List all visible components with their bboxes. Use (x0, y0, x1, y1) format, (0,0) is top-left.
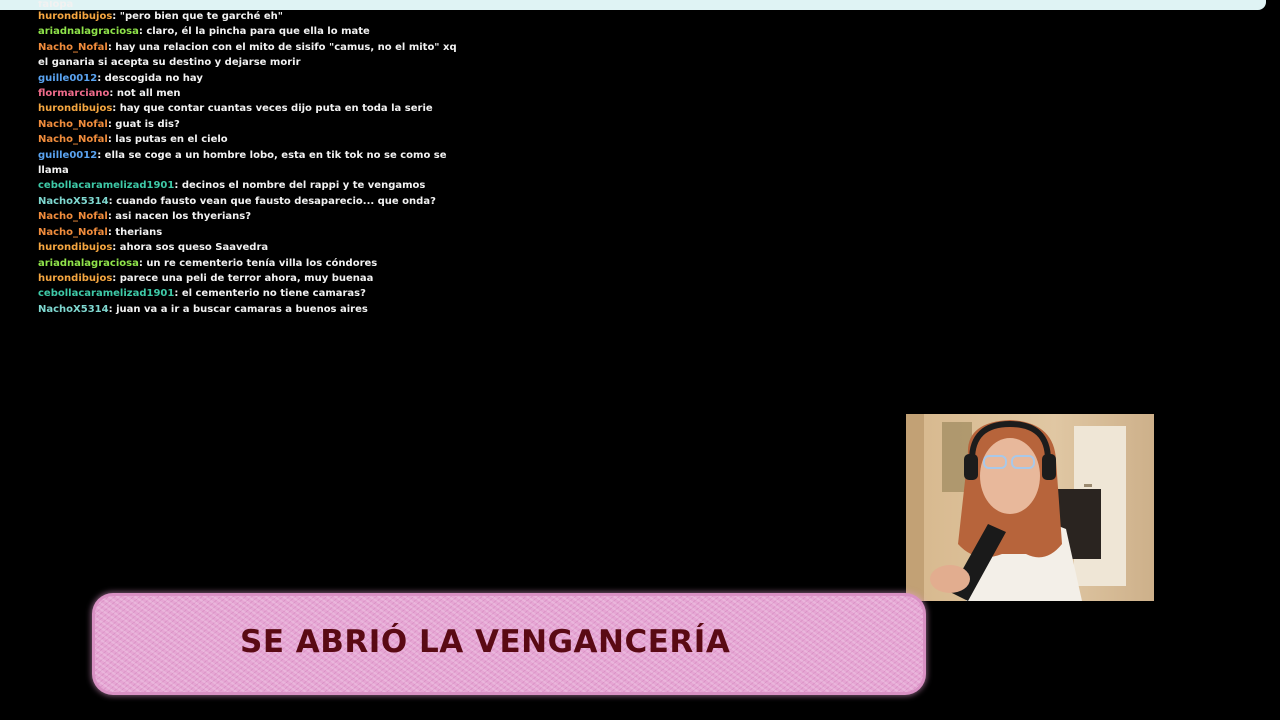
chat-message: hurondibujos: parece una peli de terror … (38, 271, 458, 286)
chat-message: guille0012: ella se coge a un hombre lob… (38, 148, 458, 179)
chat-separator: : (97, 72, 105, 84)
chat-username[interactable]: cebollacaramelizad1901 (38, 180, 174, 191)
chat-message: hurondibujos: hay que contar cuantas vec… (38, 101, 458, 116)
chat-message: hurondibujos: "pero bien que te garché e… (38, 9, 458, 24)
chat-message: cebollacaramelizad1901: el cementerio no… (38, 286, 458, 301)
chat-username[interactable]: hurondibujos (38, 242, 112, 253)
chat-username[interactable]: hurondibujos (38, 273, 112, 284)
chat-message: Nacho_Nofal: hay una relacion con el mit… (38, 40, 458, 71)
chat-separator: : (174, 288, 182, 300)
webcam-feed (906, 414, 1154, 601)
chat-separator: : (112, 11, 120, 22)
banner-title: SE ABRIÓ LA VENGANCERÍA (240, 624, 731, 660)
chat-username[interactable]: hurondibujos (38, 11, 112, 22)
chat-separator: : (112, 103, 120, 115)
chat-text: guat is dis? (115, 118, 180, 130)
chat-text: cuando fausto vean que fausto desapareci… (116, 195, 436, 207)
chat-username[interactable]: hurondibujos (38, 103, 112, 114)
chat-message: cebollacaramelizad1901: decinos el nombr… (38, 178, 458, 193)
chat-text: decinos el nombre del rappi y te vengamo… (181, 180, 426, 192)
chat-username[interactable]: ariadnalagraciosa (38, 26, 139, 37)
chat-message: guille0012: descogida no hay (38, 71, 458, 86)
chat-username[interactable]: NachoX5314 (38, 196, 109, 207)
chat-message: NachoX5314: cuando fausto vean que faust… (38, 194, 458, 209)
chat-message: Nacho_Nofal: las putas en el cielo (38, 132, 458, 147)
chat-message: NachoX5314: juan va a ir a buscar camara… (38, 302, 458, 317)
chat-separator: : (108, 303, 117, 315)
chat-separator: : (108, 195, 117, 207)
chat-separator: : (174, 180, 182, 192)
chat-username[interactable]: guille0012 (38, 73, 97, 84)
chat-username[interactable]: flormarciano (38, 88, 109, 99)
chat-username[interactable]: Nacho_Nofal (38, 227, 108, 238)
title-banner: SE ABRIÓ LA VENGANCERÍA (95, 596, 923, 692)
chat-username[interactable]: Nacho_Nofal (38, 211, 108, 222)
chat-text: ahora sos queso Saavedra (119, 242, 269, 254)
chat-separator: : (97, 149, 105, 161)
chat-text: un re cementerio tenía villa los cóndore… (146, 257, 378, 269)
chat-separator: : (109, 88, 117, 100)
chat-message: ariadnalagraciosa: un re cementerio tení… (38, 256, 458, 271)
chat-message: falopa (38, 1, 458, 9)
chat-text: asi nacen los thyerians? (115, 211, 251, 223)
chat-text: therians (115, 226, 163, 238)
chat-separator: : (112, 242, 120, 254)
chat-message: Nacho_Nofal: guat is dis? (38, 117, 458, 132)
chat-username[interactable]: cebollacaramelizad1901 (38, 288, 174, 299)
chat-separator: : (112, 272, 120, 284)
chat-text: juan va a ir a buscar camaras a buenos a… (116, 303, 368, 315)
chat-text: el cementerio no tiene camaras? (181, 288, 366, 300)
chat-text: hay que contar cuantas veces dijo puta e… (119, 103, 433, 115)
chat-username[interactable]: NachoX5314 (38, 304, 109, 315)
chat-text: las putas en el cielo (115, 134, 228, 146)
chat-message: hurondibujos: ahora sos queso Saavedra (38, 240, 458, 255)
chat-message: flormarciano: not all men (38, 86, 458, 101)
chat-overlay: falopa hurondibujos: "pero bien que te ga… (38, 1, 458, 317)
chat-text: "pero bien que te garché eh" (119, 11, 284, 22)
chat-username[interactable]: falopa (38, 1, 73, 9)
chat-username[interactable]: Nacho_Nofal (38, 119, 108, 130)
chat-text: descogida no hay (104, 72, 203, 84)
chat-text: claro, él la pincha para que ella lo mat… (146, 26, 370, 38)
chat-text: not all men (116, 88, 181, 100)
chat-username[interactable]: Nacho_Nofal (38, 134, 108, 145)
chat-username[interactable]: Nacho_Nofal (38, 42, 108, 53)
chat-message: Nacho_Nofal: therians (38, 225, 458, 240)
chat-text: parece una peli de terror ahora, muy bue… (119, 272, 374, 284)
chat-message: Nacho_Nofal: asi nacen los thyerians? (38, 209, 458, 224)
chat-username[interactable]: ariadnalagraciosa (38, 258, 139, 269)
chat-username[interactable]: guille0012 (38, 150, 97, 161)
chat-message: ariadnalagraciosa: claro, él la pincha p… (38, 24, 458, 39)
